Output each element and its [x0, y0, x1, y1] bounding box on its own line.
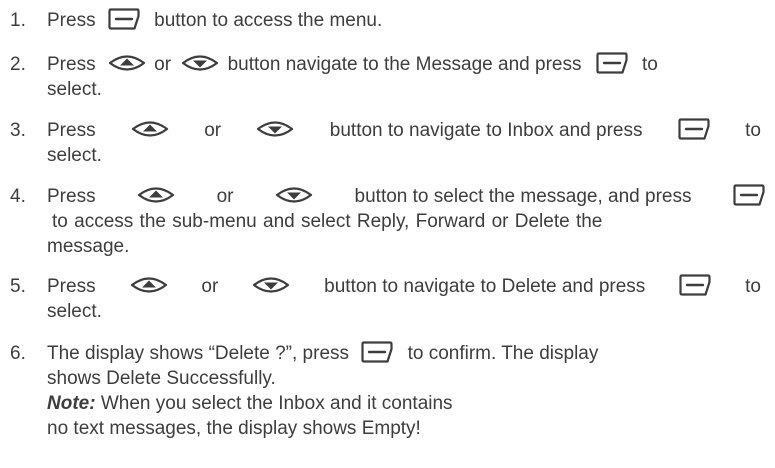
step-text: Press	[47, 186, 96, 207]
step-text: message.	[47, 236, 130, 257]
step-line: message.	[47, 235, 129, 259]
down-arrow-key-icon	[255, 117, 295, 141]
step-line: shows Delete Successfully.	[47, 367, 276, 391]
menu-softkey-icon	[360, 340, 394, 364]
step-number: 1.	[10, 10, 26, 31]
step-text: Press	[47, 276, 96, 297]
step-text: button navigate to the Message and press	[227, 54, 582, 76]
step-text: to	[642, 54, 658, 76]
note-label: Note:	[47, 393, 96, 414]
step-line: select.	[47, 300, 102, 324]
note-line: Note: When you select the Inbox and it c…	[47, 392, 453, 416]
step-line: to access the sub-menu and select Reply,…	[52, 210, 761, 234]
step-text: or	[204, 120, 222, 141]
up-arrow-key-icon	[129, 273, 169, 297]
down-arrow-key-icon	[180, 51, 220, 75]
step-line: Press or button to navigate to Delete an…	[47, 275, 761, 299]
step-line: select.	[47, 78, 102, 102]
step-text: button to navigate to Inbox and press	[329, 120, 643, 141]
step-text: The display shows “Delete ?”, press	[47, 343, 350, 365]
step-text: to access the sub-menu and select Reply,…	[52, 211, 603, 232]
menu-softkey-icon	[595, 51, 629, 75]
step-text: select.	[47, 301, 102, 322]
step-text: Press	[47, 120, 96, 141]
step-line: The display shows “Delete ?”, press to c…	[47, 342, 598, 366]
step-text: or	[154, 54, 172, 76]
step-text: Press	[47, 10, 96, 32]
step-text: to	[745, 276, 761, 297]
step-text: select.	[47, 145, 102, 166]
step-text: shows Delete Successfully.	[47, 368, 276, 389]
down-arrow-key-icon	[251, 273, 291, 297]
step-text: select.	[47, 79, 102, 100]
note-text: no text messages, the display shows Empt…	[47, 418, 421, 439]
step-text: Press	[47, 54, 96, 76]
note-line: no text messages, the display shows Empt…	[47, 417, 421, 441]
step-text: or	[216, 186, 234, 207]
step-number: 6.	[10, 343, 26, 364]
step-text: or	[201, 276, 219, 297]
step-text: button to navigate to Delete and press	[324, 276, 646, 297]
menu-softkey-icon	[678, 273, 712, 297]
step-text: to	[745, 120, 761, 141]
note-text: When you select the Inbox and it contain…	[100, 393, 453, 414]
step-line: select.	[47, 144, 102, 168]
menu-softkey-icon	[732, 183, 766, 207]
menu-softkey-icon	[107, 7, 141, 31]
step-text: button to select the message, and press	[354, 186, 692, 207]
up-arrow-key-icon	[107, 51, 147, 75]
menu-softkey-icon	[677, 117, 711, 141]
up-arrow-key-icon	[136, 183, 176, 207]
step-line: Press button to access the menu.	[47, 9, 382, 33]
step-text: to confirm. The display	[407, 343, 599, 365]
up-arrow-key-icon	[130, 117, 170, 141]
step-number: 2.	[10, 54, 26, 75]
step-number: 4.	[10, 186, 26, 207]
down-arrow-key-icon	[274, 183, 314, 207]
step-line: Press or button to navigate to Inbox and…	[47, 119, 761, 143]
step-text: button to access the menu.	[154, 10, 383, 32]
instruction-document: 1. Press button to access the menu. 2. P…	[0, 0, 775, 468]
step-line: Press or button to select the message, a…	[47, 185, 766, 209]
step-number: 3.	[10, 120, 26, 141]
step-line: Press or button navigate to the Message …	[47, 53, 658, 77]
step-number: 5.	[10, 276, 26, 297]
